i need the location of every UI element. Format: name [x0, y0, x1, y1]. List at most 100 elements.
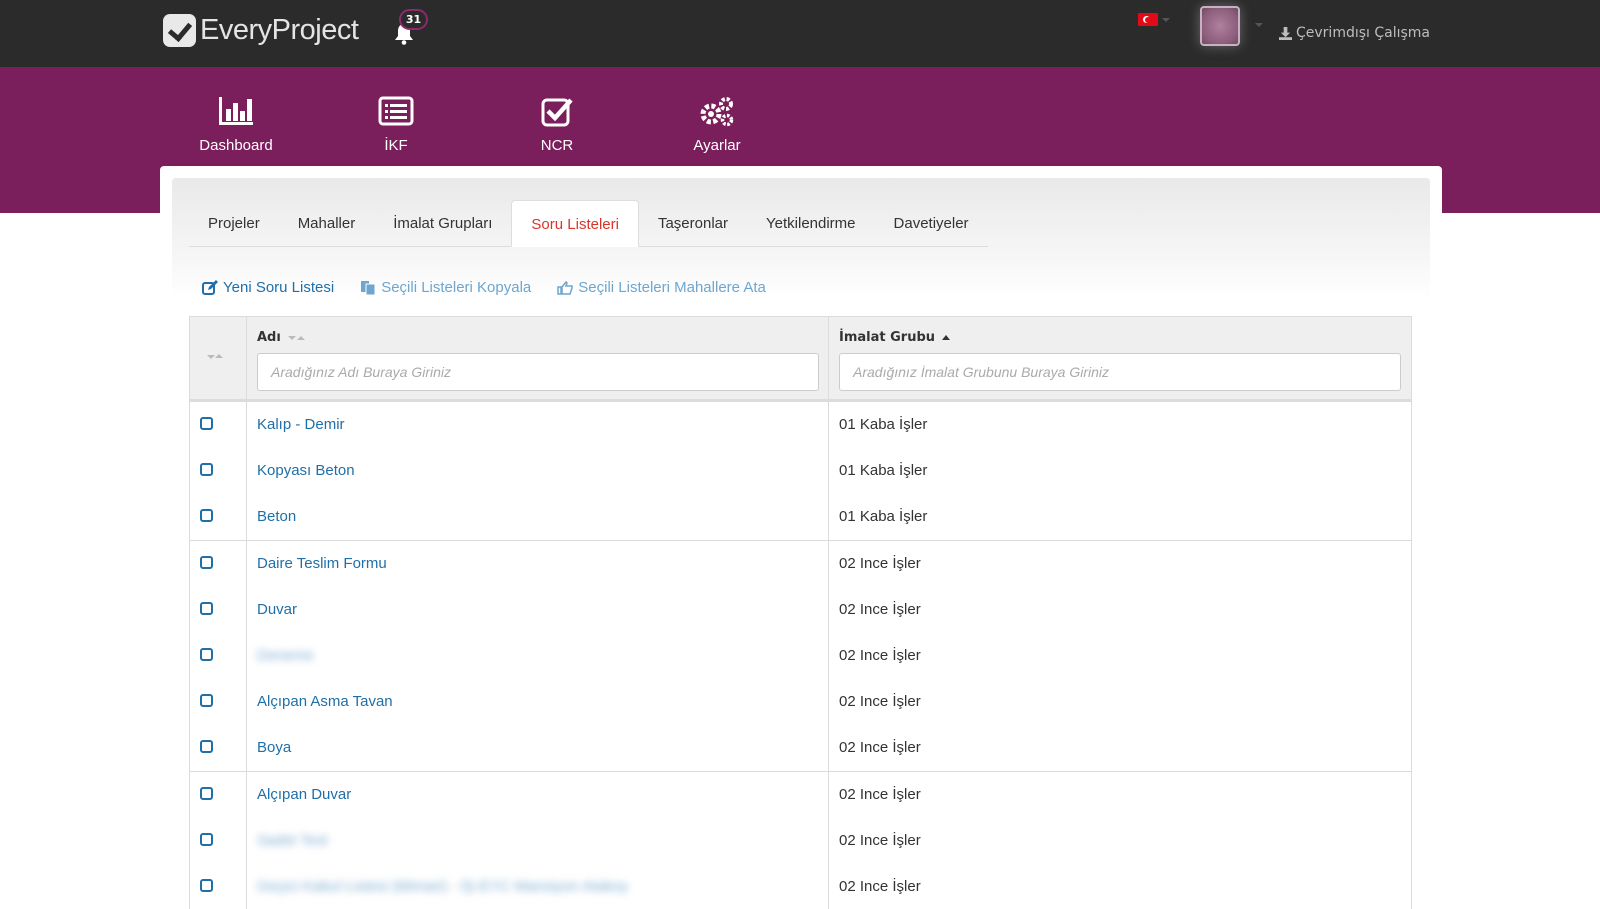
row-group-cell: 02 Ince İşler	[839, 785, 921, 803]
table-header: Adı Aradığınız Adı Buraya Giriniz İmalat…	[190, 317, 1411, 402]
new-list-button[interactable]: Yeni Soru Listesi	[202, 279, 334, 296]
sort-icon	[296, 335, 305, 340]
new-list-label: Yeni Soru Listesi	[223, 279, 335, 296]
row-name-link[interactable]: Kopyası Beton	[257, 462, 355, 479]
sort-icon	[207, 355, 215, 359]
row-name-cell: Alçıpan Asma Tavan	[247, 679, 829, 727]
row-select-cell	[190, 540, 247, 588]
nav-dashboard[interactable]: Dashboard	[181, 95, 291, 154]
row-name-cell: Beton	[247, 494, 829, 542]
logo-check-icon	[163, 14, 196, 47]
offline-work-link[interactable]: Çevrimdışı Çalışma	[1279, 25, 1430, 41]
logo[interactable]: EveryProject	[163, 14, 359, 47]
download-icon	[1279, 26, 1292, 40]
tab-subcontractors[interactable]: Taşeronlar	[639, 200, 747, 247]
sort-by-group[interactable]: İmalat Grubu	[839, 330, 951, 345]
header-name-cell: Adı Aradığınız Adı Buraya Giriniz	[247, 317, 829, 402]
row-select-cell	[190, 725, 247, 773]
row-name-link[interactable]: Daire Teslim Formu	[257, 555, 387, 572]
chevron-down-icon[interactable]	[1162, 18, 1170, 22]
row-checkbox[interactable]	[200, 555, 213, 569]
chevron-down-icon[interactable]	[1255, 23, 1263, 27]
row-name-link[interactable]: Alçıpan Duvar	[257, 786, 351, 803]
settings-tabs: Projeler Mahaller İmalat Grupları Soru L…	[189, 200, 988, 247]
row-group-cell: 01 Kaba İşler	[839, 462, 928, 480]
row-checkbox[interactable]	[200, 832, 213, 846]
notification-badge[interactable]: 31	[399, 9, 428, 30]
row-checkbox[interactable]	[200, 463, 213, 477]
group-filter-input[interactable]: Aradığınız İmalat Grubunu Buraya Giriniz	[839, 353, 1401, 391]
row-group-cell: 02 Ince İşler	[839, 554, 921, 572]
row-name-link[interactable]: Duvar	[257, 601, 297, 618]
nav-label: Dashboard	[199, 137, 273, 154]
row-name-link[interactable]: Alçıpan Asma Tavan	[257, 693, 393, 710]
row-group-cell: 01 Kaba İşler	[839, 508, 928, 526]
tab-projects[interactable]: Projeler	[189, 200, 279, 247]
copy-selected-label: Seçili Listeleri Kopyala	[381, 279, 532, 296]
tab-question-lists[interactable]: Soru Listeleri	[511, 200, 639, 247]
nav-ikf[interactable]: İKF	[341, 95, 451, 154]
row-select-cell	[190, 586, 247, 634]
table-row[interactable]: Alçıpan Asma Tavan 02 Ince İşler	[190, 679, 1411, 727]
row-checkbox[interactable]	[200, 694, 213, 708]
row-checkbox[interactable]	[200, 509, 213, 523]
column-header-group: İmalat Grubu	[839, 330, 936, 345]
row-name-cell: Deneme	[247, 633, 829, 680]
table-row[interactable]: Kalıp - Demir 01 Kaba İşler	[190, 402, 1411, 449]
row-name-cell: Sadet Test	[247, 817, 829, 865]
row-name-link[interactable]: Beton	[257, 508, 296, 525]
row-group-cell: 02 Ince İşler	[839, 831, 921, 849]
row-select-cell	[190, 771, 247, 819]
table-row[interactable]: Duvar 02 Ince İşler	[190, 586, 1411, 634]
row-name-link[interactable]: Boya	[257, 739, 291, 756]
row-checkbox[interactable]	[200, 601, 213, 615]
tab-work-groups[interactable]: İmalat Grupları	[374, 200, 511, 247]
nav-label: Ayarlar	[693, 137, 741, 154]
sort-by-name[interactable]: Adı	[257, 330, 305, 345]
hand-point-icon	[557, 280, 574, 295]
row-name-link[interactable]: Geçici Kabul Listesi (Mimari) - İŞ-EYC M…	[257, 878, 628, 895]
row-checkbox[interactable]	[200, 879, 213, 892]
nav-ncr[interactable]: NCR	[502, 95, 612, 154]
row-checkbox[interactable]	[200, 740, 213, 754]
table-row[interactable]: Alçıpan Duvar 02 Ince İşler	[190, 771, 1411, 819]
table-row[interactable]: Kopyası Beton 01 Kaba İşler	[190, 448, 1411, 496]
row-checkbox[interactable]	[200, 417, 213, 430]
assign-selected-label: Seçili Listeleri Mahallere Ata	[578, 279, 766, 296]
row-name-link[interactable]: Deneme	[257, 647, 314, 664]
sort-asc-icon	[942, 335, 951, 340]
table-row[interactable]: Geçici Kabul Listesi (Mimari) - İŞ-EYC M…	[190, 864, 1411, 909]
nav-label: İKF	[384, 137, 408, 154]
tab-locations[interactable]: Mahaller	[279, 200, 375, 247]
table-row[interactable]: Daire Teslim Formu 02 Ince İşler	[190, 540, 1411, 588]
row-name-link[interactable]: Sadet Test	[257, 832, 328, 849]
action-bar: Yeni Soru Listesi Seçili Listeleri Kopya…	[202, 279, 792, 296]
table-row[interactable]: Deneme 02 Ince İşler	[190, 633, 1411, 680]
gears-icon	[700, 97, 734, 127]
row-name-link[interactable]: Kalıp - Demir	[257, 416, 345, 433]
question-list-table: Adı Aradığınız Adı Buraya Giriniz İmalat…	[189, 316, 1412, 909]
name-filter-input[interactable]: Aradığınız Adı Buraya Giriniz	[257, 353, 819, 391]
header-select-cell[interactable]	[190, 317, 247, 402]
row-checkbox[interactable]	[200, 648, 213, 661]
table-row[interactable]: Sadet Test 02 Ince İşler	[190, 817, 1411, 865]
row-name-cell: Alçıpan Duvar	[247, 771, 829, 819]
column-header-name: Adı	[257, 330, 281, 345]
row-checkbox[interactable]	[200, 786, 213, 800]
row-name-cell: Kopyası Beton	[247, 448, 829, 496]
list-icon	[378, 96, 414, 126]
row-select-cell	[190, 817, 247, 865]
row-select-cell	[190, 448, 247, 496]
tab-invitations[interactable]: Davetiyeler	[875, 200, 988, 247]
table-row[interactable]: Boya 02 Ince İşler	[190, 725, 1411, 773]
copy-selected-button[interactable]: Seçili Listeleri Kopyala	[360, 279, 531, 296]
row-select-cell	[190, 864, 247, 909]
tab-authorization[interactable]: Yetkilendirme	[747, 200, 875, 247]
nav-settings[interactable]: Ayarlar	[662, 95, 772, 154]
assign-selected-button[interactable]: Seçili Listeleri Mahallere Ata	[557, 279, 766, 296]
table-row[interactable]: Beton 01 Kaba İşler	[190, 494, 1411, 542]
row-select-cell	[190, 633, 247, 680]
turkey-flag-icon[interactable]	[1138, 13, 1158, 26]
avatar[interactable]	[1200, 6, 1240, 46]
sort-icon	[215, 354, 223, 358]
